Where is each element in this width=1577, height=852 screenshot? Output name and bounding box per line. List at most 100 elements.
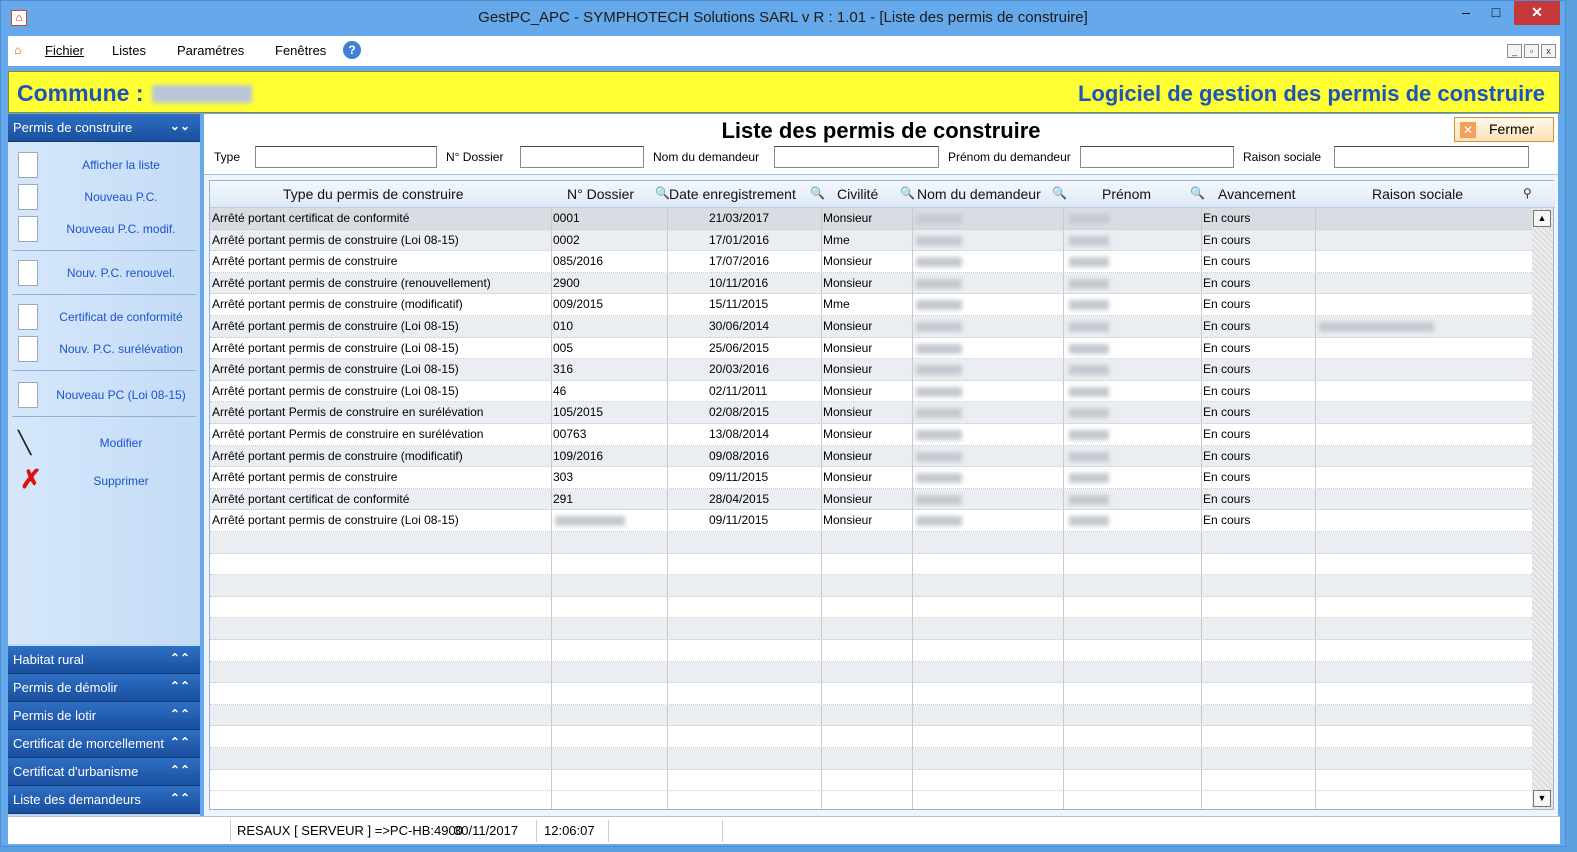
search-icon[interactable]: 🔍 [655,186,670,200]
mdi-restore-button[interactable]: ▫ [1524,44,1539,58]
section-liste-demandeurs[interactable]: Liste des demandeurs ⌃⌃ [8,786,200,814]
scroll-down-button[interactable]: ▼ [1533,790,1551,807]
dossier-input[interactable] [520,146,644,168]
document-icon [18,304,38,330]
document-icon [18,152,38,178]
table-row[interactable]: Arrêté portant permis de construire (Loi… [210,316,1532,338]
cell-type: Arrêté portant permis de construire (mod… [212,297,463,312]
fermer-button[interactable]: ✕ Fermer [1454,117,1554,142]
empty-row [210,770,1532,792]
status-divider [608,820,609,842]
sidebar-item-nouveau-pc[interactable]: Nouveau P.C. [16,184,196,212]
sidebar-item-nouv-pc-renouvel[interactable]: Nouv. P.C. renouvel. [16,260,196,288]
column-header-type[interactable]: Type du permis de construire [283,186,464,202]
sidebar-item-modifier[interactable]: ╲ Modifier [16,430,196,458]
column-header-prenom[interactable]: Prénom [1102,186,1151,202]
table-row[interactable]: Arrêté portant certificat de conformité 2… [210,488,1532,511]
sidebar-item-nouveau-pc-loi[interactable]: Nouveau PC (Loi 08-15) [16,382,196,410]
raison-input[interactable] [1334,146,1529,168]
empty-row [210,575,1532,597]
cell-type: Arrêté portant certificat de conformité [212,491,410,506]
menu-listes[interactable]: Listes [112,43,146,58]
menu-fenetres[interactable]: Fenêtres [275,43,326,58]
table-row[interactable]: Arrêté portant certificat de conformité 0… [210,208,1532,230]
vertical-scrollbar[interactable]: ▲ ▼ [1532,208,1553,809]
cell-type: Arrêté portant permis de construire [212,470,398,485]
section-permis-de-lotir[interactable]: Permis de lotir ⌃⌃ [8,702,200,730]
mdi-close-button[interactable]: x [1541,44,1556,58]
cell-civilite: Monsieur [823,275,873,290]
cell-dossier: 46 [553,383,567,398]
table-row[interactable]: Arrêté portant permis de construire (Loi… [210,229,1532,252]
sidebar-item-nouveau-pc-modif[interactable]: Nouveau P.C. modif. [16,216,196,244]
help-icon[interactable]: ? [343,41,361,59]
table-row[interactable]: Arrêté portant permis de construire 085/2… [210,251,1532,273]
chevron-up-icon: ⌃⌃ [169,791,190,805]
table-row[interactable]: Arrêté portant permis de construire (Loi… [210,510,1532,532]
cell-avancement: En cours [1203,211,1251,225]
table-row[interactable]: Arrêté portant permis de construire (ren… [210,272,1532,295]
column-header-raison[interactable]: Raison sociale [1372,186,1463,202]
sidebar-item-afficher-liste[interactable]: Afficher la liste [16,152,196,180]
column-header-date[interactable]: Date enregistrement [669,186,796,202]
table-row[interactable]: Arrêté portant permis de construire (mod… [210,445,1532,468]
menu-parametres[interactable]: Paramétres [177,43,244,58]
section-label: Liste des demandeurs [13,792,141,807]
table-row[interactable]: Arrêté portant Permis de construire en s… [210,402,1532,424]
scroll-up-button[interactable]: ▲ [1533,210,1551,227]
column-header-civilite[interactable]: Civilité [837,186,878,202]
cell-type: Arrêté portant permis de construire (Loi… [212,232,459,247]
section-certificat-morcellement[interactable]: Certificat de morcellement ⌃⌃ [8,730,200,758]
section-habitat-rural[interactable]: Habitat rural ⌃⌃ [8,646,200,674]
sidebar-item-supprimer[interactable]: ✗ Supprimer [16,464,196,496]
column-header-nom[interactable]: Nom du demandeur [917,186,1041,202]
column-divider [551,208,552,809]
column-header-avancement[interactable]: Avancement [1218,186,1296,202]
cell-civilite: Monsieur [823,513,873,528]
table-row[interactable]: Arrêté portant permis de construire (mod… [210,294,1532,316]
type-input[interactable] [255,146,437,168]
document-icon [18,260,38,286]
mdi-app-icon[interactable]: ⌂ [14,43,21,57]
sidebar-divider [12,370,196,371]
table-row[interactable]: Arrêté portant permis de construire (Loi… [210,381,1532,403]
search-icon[interactable]: 🔍 [1190,186,1205,200]
section-permis-de-construire[interactable]: Permis de construire ⌄⌄ [8,114,200,142]
column-header-dossier[interactable]: N° Dossier [567,186,634,202]
fermer-label: Fermer [1489,121,1535,137]
commune-label-text: Commune : [17,80,144,106]
section-permis-de-demolir[interactable]: Permis de démolir ⌃⌃ [8,674,200,702]
menu-fichier[interactable]: Fichier [45,43,84,58]
sidebar-item-nouv-pc-surelevation[interactable]: Nouv. P.C. surélévation [16,336,196,364]
section-certificat-urbanisme[interactable]: Certificat d'urbanisme ⌃⌃ [8,758,200,786]
status-time: 12:06:07 [544,823,595,838]
mdi-minimize-button[interactable]: _ [1507,44,1522,58]
cell-civilite: Monsieur [823,405,873,420]
maximize-button[interactable]: □ [1484,1,1508,25]
cell-civilite: Monsieur [823,340,873,355]
column-divider [667,208,668,809]
search-icon[interactable]: 🔍 [900,186,915,200]
cell-date: 30/06/2014 [709,319,770,333]
table-row[interactable]: Arrêté portant permis de construire 303 09… [210,467,1532,489]
status-divider [536,820,537,842]
nom-input[interactable] [774,146,939,168]
cell-date: 28/04/2015 [709,491,770,506]
minimize-button[interactable]: – [1454,1,1478,25]
sidebar-item-certificat-conformite[interactable]: Certificat de conformité [16,304,196,332]
column-chooser-icon[interactable]: ⚲ [1523,186,1532,200]
app-window: ⌂ GestPC_APC - SYMPHOTECH Solutions SARL… [0,0,1566,847]
cell-date: 02/08/2015 [709,405,770,420]
chevron-up-icon: ⌃⌃ [169,763,190,777]
commune-label: Commune : [17,80,252,107]
table-row[interactable]: Arrêté portant permis de construire (Loi… [210,359,1532,381]
prenom-input[interactable] [1080,146,1234,168]
table-row[interactable]: Arrêté portant permis de construire (Loi… [210,338,1532,360]
close-window-button[interactable]: ✕ [1514,1,1560,25]
redacted-text [1069,214,1109,224]
search-icon[interactable]: 🔍 [810,186,825,200]
title-bar[interactable]: ⌂ GestPC_APC - SYMPHOTECH Solutions SARL… [1,1,1565,36]
search-icon[interactable]: 🔍 [1052,186,1067,200]
table-row[interactable]: Arrêté portant Permis de construire en s… [210,424,1532,446]
cell-avancement: En cours [1203,362,1251,377]
